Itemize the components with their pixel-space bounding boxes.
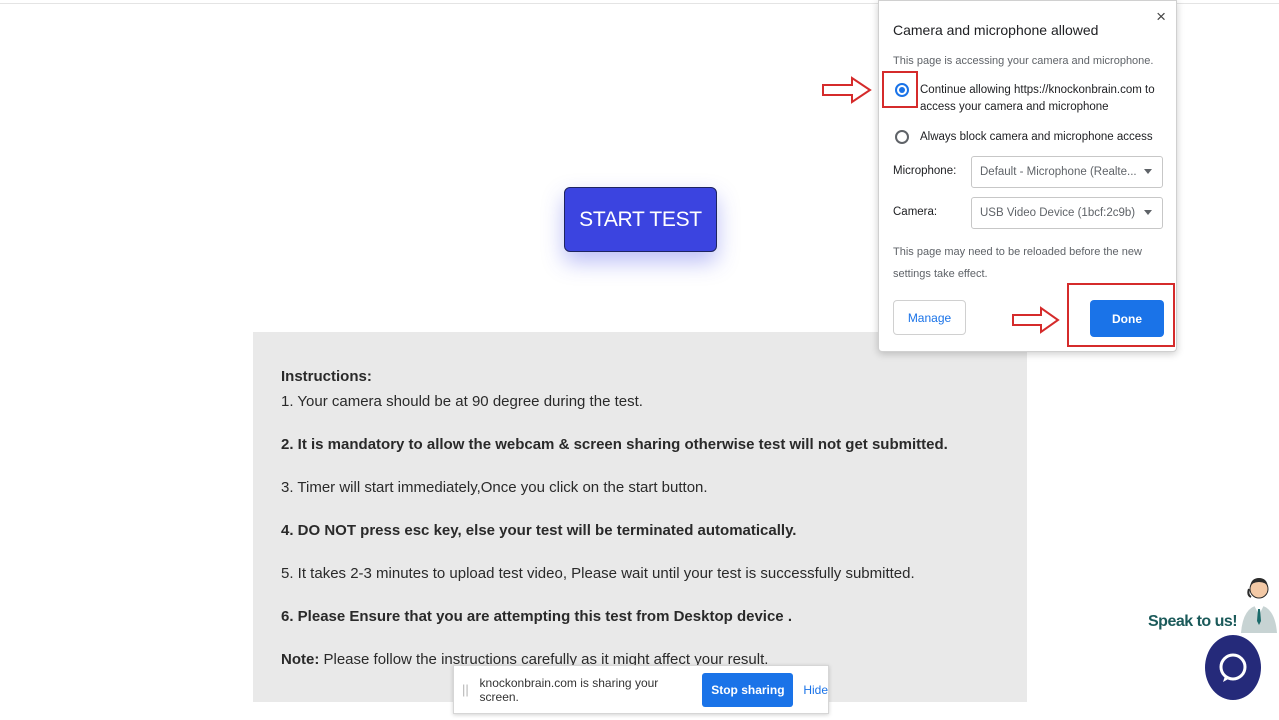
microphone-value: Default - Microphone (Realte... [980,166,1137,178]
instructions-panel: Instructions: 1. Your camera should be a… [253,332,1027,702]
annotation-highlight-radio [882,71,918,108]
close-icon[interactable]: × [1156,7,1166,27]
block-option-label[interactable]: Always block camera and microphone acces… [920,129,1153,146]
instruction-item-5: 5. It takes 2-3 minutes to upload test v… [281,565,915,582]
microphone-label: Microphone: [893,165,957,177]
camera-value: USB Video Device (1bcf:2c9b) [980,207,1136,219]
popup-title: Camera and microphone allowed [893,22,1099,38]
chevron-down-icon [1144,169,1152,174]
instruction-item-2: 2. It is mandatory to allow the webcam &… [281,436,948,453]
annotation-arrow-icon [1012,306,1060,334]
annotation-arrow-icon [822,76,872,104]
instruction-item-3: 3. Timer will start immediately,Once you… [281,479,708,496]
popup-subtitle: This page is accessing your camera and m… [893,55,1154,67]
allow-option-label[interactable]: Continue allowing https://knockonbrain.c… [920,82,1160,116]
microphone-select[interactable]: Default - Microphone (Realte... [971,156,1163,188]
note-label: Note: [281,651,320,668]
speak-to-us-label[interactable]: Speak to us! [1148,613,1238,631]
screen-share-bar: || knockonbrain.com is sharing your scre… [453,665,829,714]
chevron-down-icon [1144,210,1152,215]
instruction-item-6: 6. Please Ensure that you are attempting… [281,608,792,625]
instruction-item-1: 1. Your camera should be at 90 degree du… [281,393,643,410]
manage-button[interactable]: Manage [893,300,966,335]
camera-label: Camera: [893,206,938,218]
start-test-button[interactable]: START TEST [564,187,717,252]
instructions-title: Instructions: [281,368,372,385]
stop-sharing-button[interactable]: Stop sharing [702,672,794,707]
annotation-highlight-done [1067,283,1175,347]
support-agent-icon [1241,578,1277,633]
share-message: knockonbrain.com is sharing your screen. [479,675,659,704]
camera-select[interactable]: USB Video Device (1bcf:2c9b) [971,197,1163,229]
block-radio[interactable] [895,130,909,144]
hide-link[interactable]: Hide [803,683,828,697]
chat-button[interactable] [1205,635,1261,700]
instruction-item-4: 4. DO NOT press esc key, else your test … [281,522,797,539]
drag-handle-icon[interactable]: || [462,682,476,697]
chat-bubble-icon [1219,653,1247,682]
reload-note: This page may need to be reloaded before… [893,246,1142,280]
